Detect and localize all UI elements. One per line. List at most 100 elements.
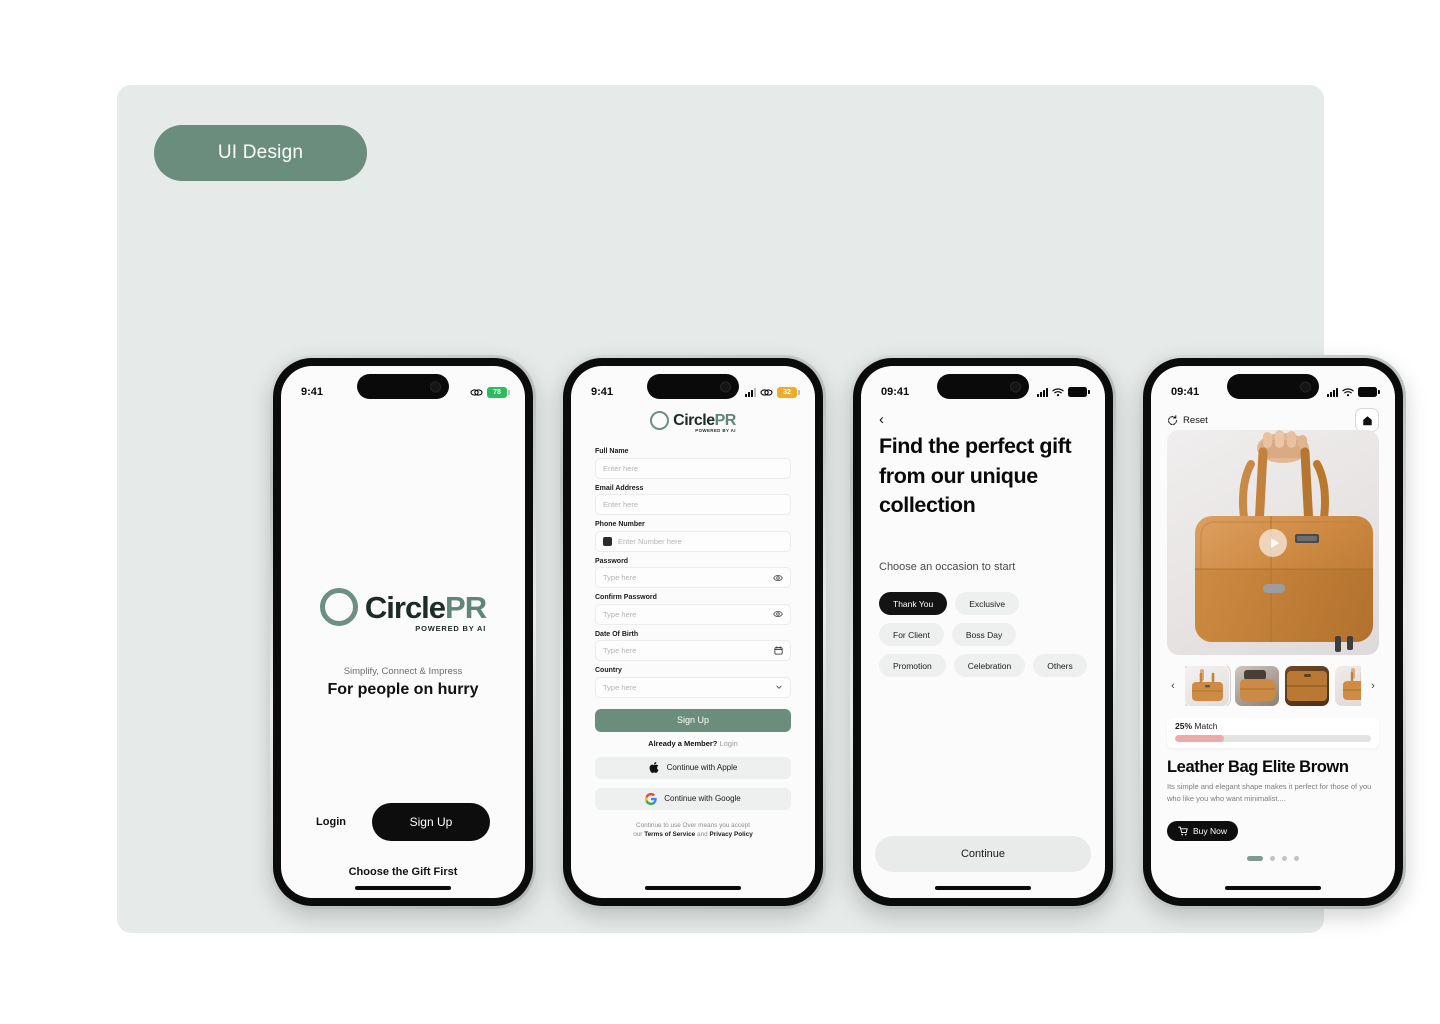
thumbnail-item[interactable] [1235,666,1279,706]
brand-wordmark: CirclePR POWERED BY AI [673,411,737,433]
reset-button[interactable]: Reset [1167,415,1208,426]
field-password: Password Type here [595,557,791,588]
occasion-chip-celebration[interactable]: Celebration [953,654,1026,677]
field-country: Country Type here [595,667,791,698]
product-hero-image[interactable] [1167,430,1379,655]
battery-icon [1068,387,1090,397]
occasion-chip-thank-you[interactable]: Thank You [879,592,948,615]
match-percent: 25% [1175,721,1193,731]
field-label: Country [595,667,622,674]
brand-logo: CirclePR POWERED BY AI [571,411,815,433]
page-dot[interactable] [1294,856,1299,861]
buy-now-button[interactable]: Buy Now [1167,821,1239,841]
terms-line1: Continue to use Over means you accept [635,821,751,829]
thumb-bag-icon [1192,669,1223,701]
privacy-policy-link[interactable]: Privacy Policy [709,831,752,838]
country-flag-icon[interactable] [603,536,612,546]
occasion-chip-others[interactable]: Others [1033,654,1087,677]
page-dot[interactable] [1270,856,1275,861]
chevron-down-icon[interactable] [775,683,783,691]
thumbnail-item[interactable] [1185,666,1231,706]
field-label: Password [595,557,629,565]
field-date-of-birth: Date Of Birth Type here [595,631,791,661]
page-indicator [1151,856,1395,861]
occasion-chip-boss-day[interactable]: Boss Day [951,623,1017,646]
signup-form: Full Name Enter here Email Address Enter… [595,448,791,840]
thumbnail-item[interactable] [1285,666,1329,706]
home-indicator [935,886,1031,890]
carousel-prev-icon[interactable]: ‹ [1167,680,1179,692]
eye-icon[interactable] [773,609,783,619]
google-button-label: Continue with Google [664,794,741,803]
brand-name-accent: PR [714,411,737,429]
already-member-text: Already a Member? [648,738,720,748]
product-toolbar: Reset [1167,408,1379,432]
login-link[interactable]: Login [719,739,737,748]
brand-tagline-sub: POWERED BY AI [415,624,487,633]
page-title: Find the perfect gift from our unique co… [879,434,1072,518]
apple-button-label: Continue with Apple [666,763,738,772]
field-label: Email Address [595,484,644,492]
occasion-chip-for-client[interactable]: For Client [879,623,944,646]
thumbnail-item[interactable] [1335,666,1361,706]
signal-icon [745,387,756,397]
brand-name-dark: Circle [673,411,715,429]
match-score-card: 25% Match [1167,718,1379,748]
dynamic-island [357,374,449,399]
field-label: Confirm Password [595,594,657,601]
thumbnail-carousel: ‹ › [1167,664,1379,708]
continue-button[interactable]: Continue [875,836,1091,872]
home-indicator [355,886,451,890]
continue-with-google-button[interactable]: Continue with Google [595,787,791,810]
carousel-next-icon[interactable]: › [1367,680,1379,692]
date-of-birth-field[interactable]: Type here [595,640,791,661]
phone-number-input[interactable]: Enter Number here [595,530,791,552]
page-dot[interactable] [1282,856,1287,861]
choose-gift-first-label[interactable]: Choose the Gift First [281,866,525,878]
confirm-password-field[interactable]: Type here [595,603,791,625]
buy-now-label: Buy Now [1193,826,1228,836]
product-title: Leather Bag Elite Brown [1167,758,1349,776]
signup-submit-button[interactable]: Sign Up [595,708,791,732]
terms-text: Continue to use Over means you accept ou… [595,821,791,841]
home-indicator [645,886,741,890]
status-icons: 32 [745,386,800,398]
match-progress-fill [1175,735,1224,742]
field-phone: Phone Number Enter Number here [595,521,791,552]
login-button[interactable]: Login [316,816,346,828]
screen-product-detail: 09:41 Reset ‹ › 25% Match Leather Bag El… [1151,366,1395,898]
page-dot[interactable] [1247,856,1263,861]
terms-of-service-link[interactable]: Terms of Service [644,831,695,838]
battery-icon [1358,387,1380,397]
back-icon[interactable]: ‹ [879,412,884,427]
occasion-chip-list: Thank You Exclusive For Client Boss Day … [879,592,1089,677]
battery-level: 32 [783,388,791,396]
continue-with-apple-button[interactable]: Continue with Apple [595,756,791,779]
occasion-chip-exclusive[interactable]: Exclusive [955,592,1020,615]
password-field[interactable]: Type here [595,567,791,588]
phone-mockup-signup: 9:41 32 CirclePR POWERED BY AI Full Name… [560,355,826,909]
dynamic-island [937,374,1029,399]
field-label: Full Name [595,448,629,455]
thumb-bag-icon [1287,671,1327,701]
home-button[interactable] [1355,408,1379,432]
play-video-button[interactable] [1259,528,1287,557]
calendar-icon[interactable] [774,646,783,655]
placeholder: Type here [603,646,637,655]
signup-button[interactable]: Sign Up [371,803,490,841]
placeholder: Enter Number here [618,536,682,546]
occasion-chip-promotion[interactable]: Promotion [879,654,946,677]
country-select[interactable]: Type here [595,676,791,698]
email-field[interactable]: Enter here [595,494,791,515]
full-name-input[interactable]: Enter here [595,457,791,479]
apple-icon [649,761,659,773]
brand-tagline-sub: POWERED BY AI [695,428,736,434]
thumb-bag-icon [1343,668,1361,700]
google-icon [645,792,657,805]
placeholder: Type here [603,682,637,692]
battery-level: 78 [493,388,501,396]
phone-mockup-welcome: 9:41 78 CirclePR POWERED BY AI Simplify,… [270,355,536,909]
circle-logo-icon [319,588,358,626]
page-title: For people on hurry [327,681,479,698]
eye-icon[interactable] [773,573,783,583]
